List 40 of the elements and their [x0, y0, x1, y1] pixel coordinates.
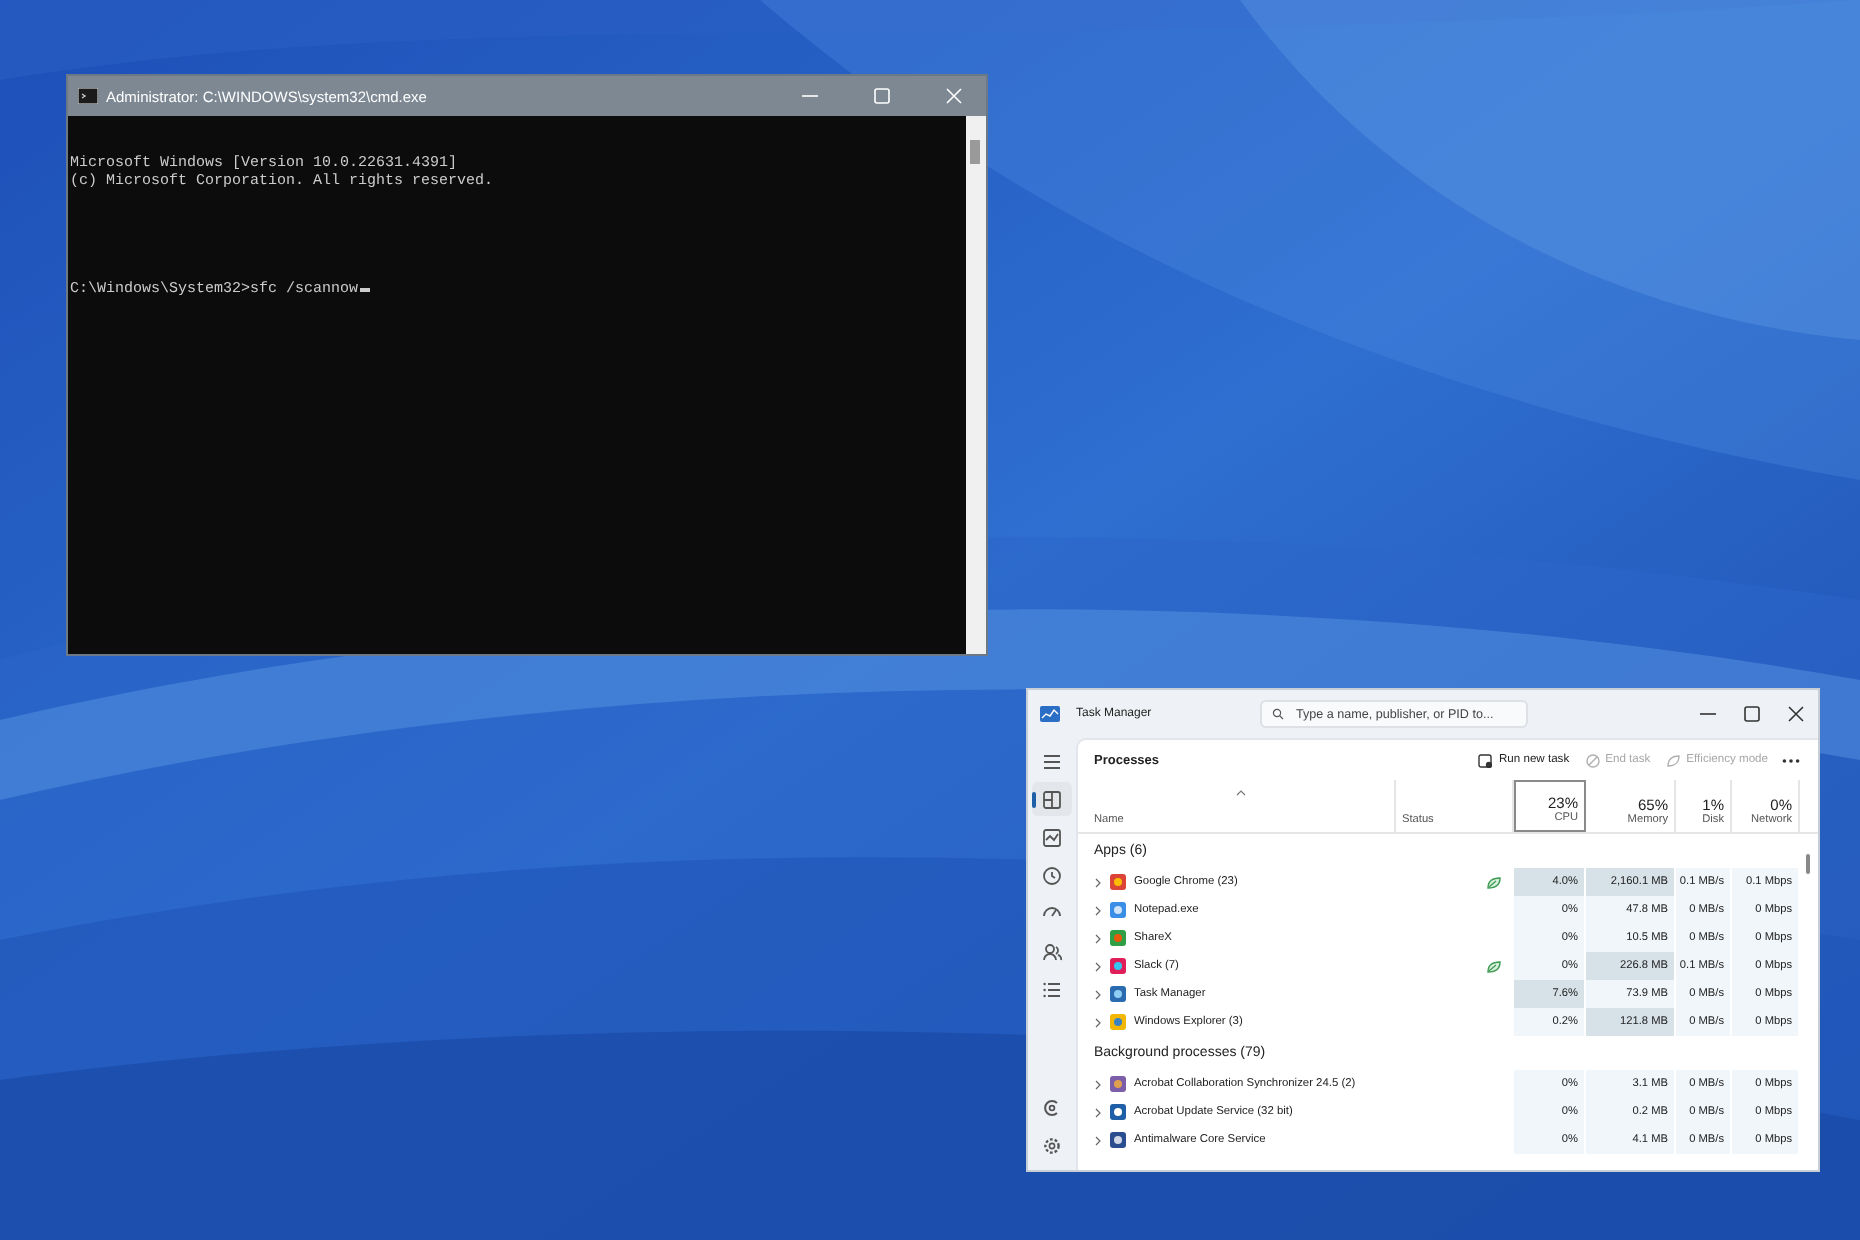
scrollbar[interactable]	[966, 116, 986, 654]
expand-chevron-icon[interactable]	[1094, 1017, 1102, 1027]
app-icon	[1110, 958, 1126, 974]
app-icon	[1110, 902, 1126, 918]
expand-chevron-icon[interactable]	[1094, 961, 1102, 971]
block-icon	[1585, 753, 1600, 767]
close-icon	[1788, 706, 1804, 722]
app-icon	[1110, 986, 1126, 1002]
expand-chevron-icon[interactable]	[1094, 905, 1102, 915]
app-icon	[1110, 1076, 1126, 1092]
settings-icon	[1042, 1135, 1062, 1155]
people-icon	[1042, 941, 1062, 961]
expand-chevron-icon[interactable]	[1094, 989, 1102, 999]
expand-chevron-icon[interactable]	[1094, 1107, 1102, 1117]
text-cursor	[360, 288, 371, 292]
grid-icon	[1042, 789, 1062, 809]
app-icon	[1110, 874, 1126, 890]
chart-icon	[1042, 827, 1062, 847]
maximize-icon	[874, 88, 890, 104]
sort-caret-icon	[1236, 790, 1246, 796]
list-icon	[1042, 979, 1062, 999]
window-icon	[1478, 753, 1493, 767]
app-icon	[1110, 1132, 1126, 1148]
expand-chevron-icon[interactable]	[1094, 1135, 1102, 1145]
app-icon	[1110, 1014, 1126, 1030]
app-icon	[1110, 930, 1126, 946]
nav-item[interactable]	[1032, 782, 1072, 816]
more-icon	[1782, 757, 1800, 763]
expand-chevron-icon[interactable]	[1094, 877, 1102, 887]
search-icon	[1272, 708, 1284, 720]
app-icon	[1110, 1104, 1126, 1120]
maximize-icon	[1744, 706, 1760, 722]
close-icon	[946, 88, 962, 104]
menu-icon	[1042, 751, 1062, 771]
leaf-icon	[1666, 753, 1681, 767]
expand-chevron-icon[interactable]	[1094, 933, 1102, 943]
terminal-icon	[78, 88, 98, 104]
clock-icon	[1042, 865, 1062, 885]
app-logo-icon	[1040, 706, 1060, 722]
expand-chevron-icon[interactable]	[1094, 1079, 1102, 1089]
